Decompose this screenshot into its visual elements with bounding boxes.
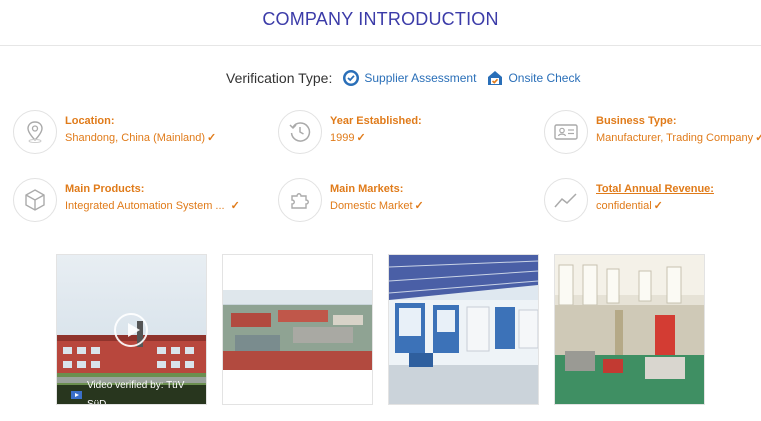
location-key: Location: — [65, 115, 115, 127]
verified-check-icon: ✓ — [230, 200, 240, 212]
main-products-key: Main Products: — [65, 183, 145, 195]
id-card-icon — [544, 110, 588, 154]
info-main-products: Main Products: Integrated Automation Sys… — [13, 178, 240, 222]
main-products-value[interactable]: Integrated Automation System ... — [65, 200, 225, 212]
verification-row: Verification Type: Supplier Assessment O… — [226, 68, 590, 88]
onsite-check-link[interactable]: Onsite Check — [486, 69, 580, 87]
section-header: COMPANY INTRODUCTION — [0, 0, 761, 46]
video-caption-text: Video verified by: TüV SüD — [86, 379, 185, 405]
page-title: COMPANY INTRODUCTION — [262, 9, 499, 29]
factory-aerial-photo[interactable] — [222, 254, 373, 405]
year-value: 1999 — [330, 132, 355, 144]
year-key: Year Established: — [330, 115, 422, 127]
verification-label: Verification Type: — [226, 70, 333, 86]
trend-chart-icon — [544, 178, 588, 222]
annual-revenue-key[interactable]: Total Annual Revenue: — [596, 182, 714, 196]
video-caption: Video verified by: TüV SüD — [57, 380, 206, 404]
supplier-assessment-label: Supplier Assessment — [364, 71, 477, 85]
workshop-photo[interactable] — [554, 254, 705, 405]
verified-check-icon: ✓ — [356, 132, 366, 144]
main-markets-value: Domestic Market — [330, 200, 413, 212]
video-icon — [71, 390, 82, 399]
info-year-established: Year Established: 1999 ✓ — [278, 110, 422, 154]
info-main-markets: Main Markets: Domestic Market ✓ — [278, 178, 424, 222]
company-video-thumbnail[interactable]: Video verified by: TüV SüD — [56, 254, 207, 405]
info-location: Location: Shandong, China (Mainland) ✓ — [13, 110, 216, 154]
info-business-type: Business Type: Manufacturer, Trading Com… — [544, 110, 761, 154]
annual-revenue-value: confidential — [596, 200, 652, 212]
business-type-key: Business Type: — [596, 115, 677, 127]
business-type-value: Manufacturer, Trading Company — [596, 132, 754, 144]
verified-check-icon: ✓ — [755, 132, 761, 144]
verified-check-icon: ✓ — [653, 200, 663, 212]
onsite-check-label: Onsite Check — [508, 71, 581, 85]
location-value: Shandong, China (Mainland) — [65, 132, 206, 144]
showroom-photo[interactable] — [388, 254, 539, 405]
history-clock-icon — [278, 110, 322, 154]
main-markets-key: Main Markets: — [330, 183, 404, 195]
verified-check-icon: ✓ — [414, 200, 424, 212]
play-icon[interactable] — [114, 313, 148, 347]
verified-check-icon: ✓ — [207, 132, 217, 144]
location-pin-icon — [13, 110, 57, 154]
box-icon — [13, 178, 57, 222]
info-annual-revenue: Total Annual Revenue: confidential ✓ — [544, 178, 714, 222]
puzzle-icon — [278, 178, 322, 222]
shield-check-icon — [343, 70, 360, 86]
house-check-icon — [488, 71, 503, 85]
supplier-assessment-link[interactable]: Supplier Assessment — [342, 69, 476, 87]
